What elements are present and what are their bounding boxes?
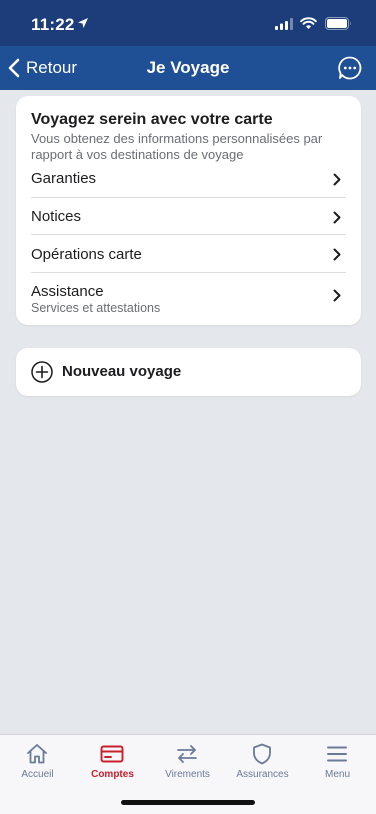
navigation-bar: Retour Je Voyage bbox=[0, 46, 376, 90]
wifi-icon bbox=[300, 17, 317, 29]
card-title: Voyagez serein avec votre carte bbox=[31, 111, 273, 128]
tab-assurances[interactable]: Assurances bbox=[225, 735, 300, 787]
travel-info-card: Voyagez serein avec votre carte Vous obt… bbox=[16, 96, 361, 325]
new-trip-label: Nouveau voyage bbox=[62, 363, 182, 380]
menu-item-operations-carte[interactable]: Opérations carte bbox=[31, 235, 346, 273]
chevron-right-icon bbox=[333, 248, 341, 261]
card-icon bbox=[100, 745, 124, 763]
page-title: Je Voyage bbox=[146, 58, 230, 77]
menu-icon bbox=[327, 746, 347, 762]
status-time: 11:22 bbox=[31, 15, 75, 34]
chat-button[interactable] bbox=[337, 55, 363, 81]
tab-menu[interactable]: Menu bbox=[300, 735, 375, 787]
menu-item-notices[interactable]: Notices bbox=[31, 198, 346, 235]
menu-item-label: Opérations carte bbox=[31, 246, 142, 263]
tab-label: Menu bbox=[324, 769, 350, 780]
tab-label: Assurances bbox=[236, 769, 289, 780]
shield-icon bbox=[253, 743, 271, 765]
menu-item-label: Assistance bbox=[31, 283, 104, 300]
tab-label: Accueil bbox=[21, 769, 54, 780]
tab-comptes[interactable]: Comptes bbox=[75, 735, 150, 787]
chat-bubble-icon bbox=[338, 56, 362, 80]
plus-circle-icon bbox=[31, 361, 53, 383]
tab-virements[interactable]: Virements bbox=[150, 735, 225, 787]
location-arrow-icon bbox=[78, 18, 88, 28]
transfer-icon bbox=[177, 745, 197, 763]
tab-label: Comptes bbox=[91, 769, 134, 780]
new-trip-button[interactable]: Nouveau voyage bbox=[16, 348, 361, 396]
chevron-right-icon bbox=[333, 211, 341, 224]
home-indicator bbox=[121, 800, 255, 805]
chevron-right-icon bbox=[333, 289, 341, 302]
menu-item-assistance[interactable]: Assistance Services et attestations bbox=[31, 273, 346, 319]
status-bar: 11:22 bbox=[0, 0, 376, 46]
card-description: Vous obtenez des informations personnali… bbox=[31, 131, 323, 162]
cellular-signal-icon bbox=[275, 18, 293, 30]
tab-label: Virements bbox=[165, 769, 210, 780]
menu-item-label: Notices bbox=[31, 208, 82, 225]
tab-accueil[interactable]: Accueil bbox=[0, 735, 75, 787]
battery-icon bbox=[325, 17, 351, 30]
chevron-right-icon bbox=[333, 173, 341, 186]
home-icon bbox=[27, 744, 47, 764]
menu-item-garanties[interactable]: Garanties bbox=[31, 160, 346, 198]
menu-item-sublabel: Services et attestations bbox=[31, 301, 161, 315]
menu-item-label: Garanties bbox=[31, 170, 97, 187]
